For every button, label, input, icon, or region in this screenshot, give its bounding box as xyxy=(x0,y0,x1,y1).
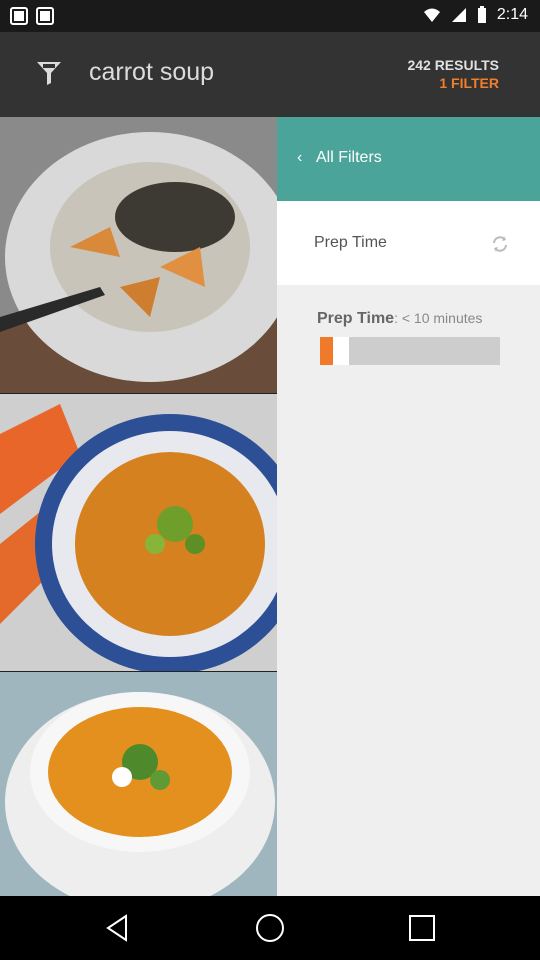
chevron-left-icon[interactable]: ‹ xyxy=(297,149,302,167)
recipe-image-list xyxy=(0,117,277,896)
back-icon[interactable] xyxy=(102,912,134,944)
filter-row-label: Prep Time xyxy=(314,234,387,251)
filter-panel: ‹ All Filters Prep Time Prep Time: < 10 … xyxy=(277,117,540,896)
prep-time-value: : < 10 minutes xyxy=(394,310,483,326)
clock: 2:14 xyxy=(496,6,528,23)
slider-thumb[interactable] xyxy=(333,337,349,365)
home-icon[interactable] xyxy=(254,912,286,944)
notification-icon-a xyxy=(10,7,28,25)
navigation-bar xyxy=(0,896,540,960)
soup-photo-2[interactable] xyxy=(0,394,277,671)
notification-icon-b xyxy=(36,7,54,25)
slider-fill xyxy=(320,337,333,365)
filter-count: 1 FILTER xyxy=(439,75,499,91)
soup-photo-3[interactable] xyxy=(0,672,277,896)
prep-time-slider[interactable] xyxy=(320,337,500,365)
recents-icon[interactable] xyxy=(406,912,438,944)
wifi-icon xyxy=(423,8,440,22)
all-filters-label: All Filters xyxy=(316,149,382,166)
cellular-icon xyxy=(451,8,466,22)
battery-icon xyxy=(477,6,486,23)
prep-time-label: Prep Time xyxy=(317,310,395,327)
status-bar: 2:14 xyxy=(0,0,540,32)
search-query[interactable]: carrot soup xyxy=(89,58,214,87)
soup-photo-1[interactable] xyxy=(0,117,277,393)
status-right: 2:14 xyxy=(423,6,528,24)
results-count: 242 RESULTS xyxy=(407,57,499,73)
filter-row-prep-time[interactable]: Prep Time xyxy=(277,201,540,285)
results-summary[interactable]: 242 RESULTS 1 FILTER xyxy=(407,56,499,92)
notification-icons xyxy=(10,7,54,25)
refresh-icon[interactable] xyxy=(490,234,510,254)
all-filters-header[interactable]: ‹ All Filters xyxy=(277,117,540,201)
prep-time-detail: Prep Time: < 10 minutes xyxy=(317,310,482,328)
filter-icon[interactable] xyxy=(34,58,64,88)
app-bar: carrot soup 242 RESULTS 1 FILTER xyxy=(0,32,540,117)
